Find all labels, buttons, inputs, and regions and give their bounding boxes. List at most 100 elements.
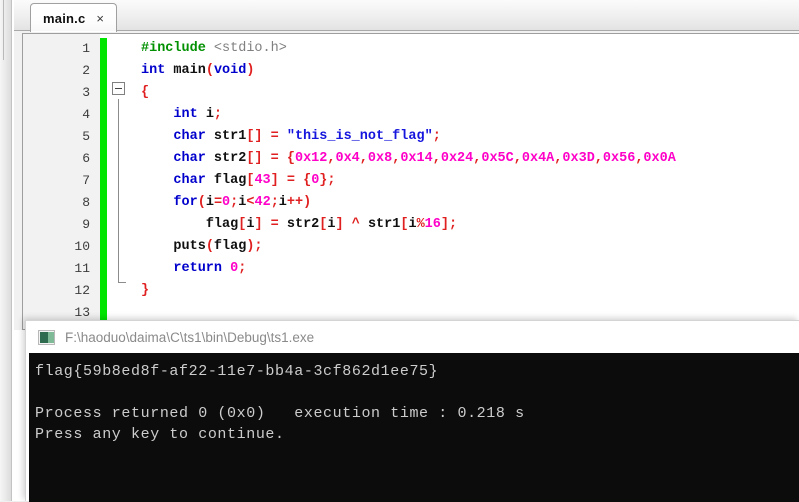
code-token: , — [432, 151, 441, 166]
console-titlebar[interactable]: F:\haoduo\daima\C\ts1\bin\Debug\ts1.exe — [26, 321, 799, 353]
code-line[interactable]: puts(flag); — [135, 236, 799, 258]
code-line[interactable]: for(i=0;i<42;i++) — [135, 192, 799, 214]
code-token: ^ — [351, 217, 360, 232]
code-line[interactable]: char str2[] = {0x12,0x4,0x8,0x14,0x24,0x… — [135, 148, 799, 170]
code-token: } — [141, 283, 150, 298]
line-number: 8 — [82, 195, 90, 210]
code-token: { — [286, 151, 295, 166]
left-dock-strip — [0, 0, 12, 501]
code-line[interactable]: flag[i] = str2[i] ^ str1[i%16]; — [135, 214, 799, 236]
code-token: "this_is_not_flag" — [286, 129, 433, 144]
code-token: = — [270, 217, 279, 232]
code-token: }; — [319, 173, 336, 188]
code-line[interactable]: char flag[43] = {0}; — [135, 170, 799, 192]
code-token: void — [213, 63, 247, 78]
code-token: = — [213, 195, 223, 210]
code-line[interactable]: char str1[] = "this_is_not_flag"; — [135, 126, 799, 148]
code-token: ) — [246, 63, 255, 78]
line-number-gutter: 1 2 3 4 5 6 7 8 9 10 11 12 13 — [23, 34, 100, 329]
code-token: str2 — [205, 151, 247, 166]
code-token: str1 — [205, 129, 247, 144]
code-token: , — [594, 151, 603, 166]
editor-notebook: main.c × 1 2 3 4 5 6 7 8 9 10 11 12 13 #include <std… — [14, 0, 799, 330]
code-token: ; — [270, 195, 279, 210]
code-editor[interactable]: 1 2 3 4 5 6 7 8 9 10 11 12 13 #include <stdio.h> int … — [22, 33, 799, 330]
code-token: i — [205, 195, 214, 210]
console-line: Press any key to continue. — [35, 426, 285, 443]
code-token: return — [173, 261, 223, 276]
code-line[interactable]: } — [135, 280, 799, 302]
code-token: { — [303, 173, 312, 188]
code-token: char — [173, 129, 206, 144]
code-text-area[interactable]: #include <stdio.h> int main(void){ int i;… — [135, 34, 799, 329]
code-token: ; — [213, 107, 223, 122]
code-token: = — [270, 129, 279, 144]
code-token: 0x0A — [643, 151, 676, 166]
line-number: 6 — [82, 151, 90, 166]
code-line[interactable]: int i; — [135, 104, 799, 126]
code-token: 0x5C — [481, 151, 514, 166]
line-number: 1 — [82, 41, 90, 56]
code-token: ++ — [286, 195, 304, 210]
code-token: ; — [238, 261, 247, 276]
left-dock-divider — [3, 0, 4, 60]
code-token: 0x4 — [335, 151, 360, 166]
line-number: 11 — [74, 261, 90, 276]
code-token: ( — [197, 195, 206, 210]
code-token: 0x14 — [400, 151, 433, 166]
code-token: 0x4A — [521, 151, 555, 166]
editor-tabstrip: main.c × — [14, 0, 799, 32]
code-token: #include — [141, 41, 206, 56]
line-number: 5 — [82, 129, 90, 144]
code-token: ] — [254, 217, 263, 232]
line-number: 12 — [74, 283, 90, 298]
code-token: 0x3D — [562, 151, 595, 166]
code-token: int — [141, 63, 166, 78]
line-number: 7 — [82, 173, 90, 188]
code-token: i — [197, 107, 214, 122]
code-line[interactable]: { — [135, 82, 799, 104]
code-token: 0x56 — [602, 151, 636, 166]
fold-minus-icon[interactable] — [112, 82, 125, 95]
code-token: i — [327, 217, 336, 232]
code-token: flag — [205, 217, 239, 232]
console-title-text: F:\haoduo\daima\C\ts1\bin\Debug\ts1.exe — [65, 329, 315, 345]
code-line[interactable]: #include <stdio.h> — [135, 38, 799, 60]
code-token: for — [173, 195, 198, 210]
code-line[interactable]: return 0; — [135, 258, 799, 280]
code-token: , — [359, 151, 368, 166]
fold-column[interactable] — [107, 34, 135, 329]
code-token: char — [173, 173, 206, 188]
code-token: ); — [246, 239, 263, 254]
code-token: { — [141, 85, 150, 100]
code-token: 16 — [424, 217, 441, 232]
console-window[interactable]: F:\haoduo\daima\C\ts1\bin\Debug\ts1.exe … — [25, 320, 799, 502]
ide-window: main.c × 1 2 3 4 5 6 7 8 9 10 11 12 13 #include <std… — [0, 0, 799, 502]
code-token: main — [173, 63, 206, 78]
code-line[interactable]: int main(void) — [135, 60, 799, 82]
code-token: 43 — [254, 173, 271, 188]
code-token: char — [173, 151, 206, 166]
close-icon[interactable]: × — [96, 12, 106, 25]
tab-main-c[interactable]: main.c × — [30, 3, 117, 32]
code-token: = — [270, 151, 279, 166]
console-output: flag{59b8ed8f-af22-11e7-bb4a-3cf862d1ee7… — [29, 353, 799, 502]
code-token: [] — [246, 151, 263, 166]
code-token: str2 — [286, 217, 320, 232]
code-token: <stdio.h> — [213, 41, 287, 56]
line-number: 9 — [82, 217, 90, 232]
